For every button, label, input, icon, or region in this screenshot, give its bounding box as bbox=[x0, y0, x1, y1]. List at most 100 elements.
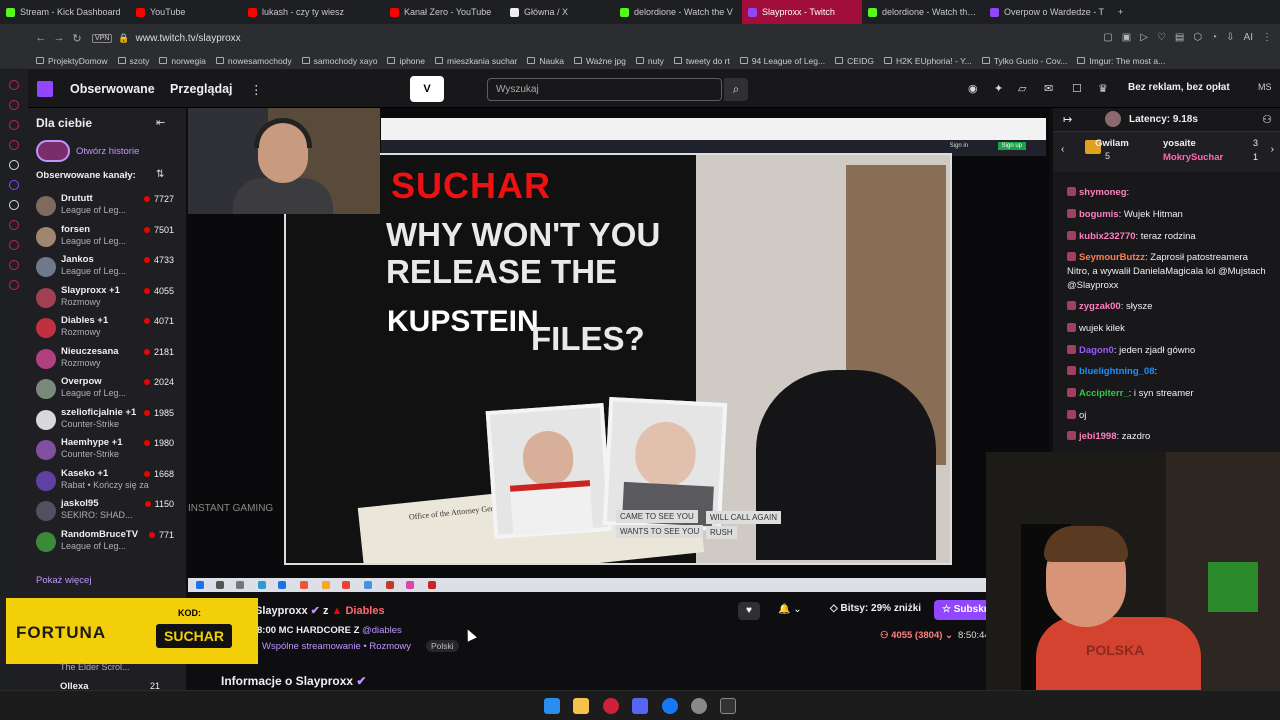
sidebar-channel[interactable]: forsen League of Leg... 7501 bbox=[36, 222, 182, 252]
bookmark-item[interactable]: CEIDG bbox=[835, 56, 874, 66]
play-icon[interactable]: ▷ bbox=[1140, 32, 1148, 43]
bookmark-item[interactable]: nuty bbox=[635, 56, 664, 66]
users-icon[interactable]: ⚇ bbox=[1262, 113, 1272, 126]
inbox-icon[interactable]: ▱ bbox=[1018, 82, 1026, 95]
instagram-icon[interactable] bbox=[9, 140, 19, 150]
sidebar-channel[interactable]: Diables +1 Rozmowy 4071 bbox=[36, 313, 182, 343]
show-more-link[interactable]: Pokaż więcej bbox=[36, 575, 91, 586]
telegram-icon[interactable] bbox=[9, 120, 19, 130]
bookmark-item[interactable]: Imgur: The most a... bbox=[1077, 56, 1165, 66]
sidebar-channel[interactable]: Nieuczesana Rozmowy 2181 bbox=[36, 344, 182, 374]
collapse-chat-icon[interactable]: ↦ bbox=[1063, 113, 1072, 126]
discord-icon[interactable] bbox=[632, 698, 648, 714]
bookmark-icon[interactable]: ♡ bbox=[1157, 32, 1166, 43]
prev-icon[interactable]: ‹ bbox=[1061, 144, 1064, 155]
vpn-badge[interactable]: VPN bbox=[92, 33, 113, 43]
chat-username[interactable]: zygzak00 bbox=[1079, 301, 1121, 312]
opera-taskbar-icon[interactable] bbox=[603, 698, 619, 714]
extension-logo-icon[interactable]: V bbox=[410, 76, 444, 102]
avatar[interactable]: MS bbox=[1258, 82, 1272, 92]
ai-label[interactable]: AI bbox=[1244, 32, 1253, 43]
browser-tab[interactable]: delordione - Watch the V bbox=[862, 0, 984, 24]
whispers-icon[interactable]: ✉ bbox=[1044, 82, 1053, 95]
sidebar-channel[interactable]: Jankos League of Leg... 4733 bbox=[36, 252, 182, 282]
language-tag[interactable]: Polski bbox=[426, 640, 459, 652]
browser-tab[interactable]: YouTube bbox=[130, 0, 242, 24]
url-field[interactable]: www.twitch.tv/slayproxx bbox=[136, 33, 241, 44]
obs-icon[interactable] bbox=[691, 698, 707, 714]
bookmark-item[interactable]: H2K EUphoria! - Y... bbox=[884, 56, 972, 66]
extensions-icon[interactable]: ⬡ bbox=[1193, 32, 1202, 43]
back-icon[interactable]: ← bbox=[32, 32, 50, 44]
screenshot-icon[interactable]: ▢ bbox=[1103, 32, 1112, 43]
chat-username[interactable]: Accipiterr_ bbox=[1079, 388, 1129, 399]
forward-icon[interactable]: → bbox=[50, 32, 68, 44]
bookmark-item[interactable]: samochody xayo bbox=[301, 56, 377, 66]
bookmark-item[interactable]: iphone bbox=[387, 56, 425, 66]
twitch-icon[interactable] bbox=[9, 180, 19, 190]
chatgpt-icon[interactable] bbox=[9, 160, 19, 170]
reload-icon[interactable]: ↻ bbox=[68, 32, 86, 45]
bookmark-item[interactable]: ProjektyDomow bbox=[36, 56, 108, 66]
bookmark-item[interactable]: tweety do rt bbox=[673, 56, 730, 66]
bookmark-item[interactable]: nowesamochody bbox=[215, 56, 292, 66]
download-icon[interactable]: ⇩ bbox=[1226, 32, 1234, 43]
clock-icon[interactable] bbox=[9, 240, 19, 250]
browser-tab[interactable]: lukash - czy ty wiesz bbox=[242, 0, 384, 24]
prime-icon[interactable]: ♛ bbox=[1098, 82, 1108, 95]
browser-tab[interactable]: Slayproxx - Twitch bbox=[742, 0, 862, 24]
terminal-icon[interactable] bbox=[720, 698, 736, 714]
collapse-icon[interactable]: ⇤ bbox=[156, 116, 165, 129]
stream-category[interactable]: Wspólne streamowanie • Rozmowy bbox=[262, 641, 411, 652]
chat-username[interactable]: bluelightning_08 bbox=[1079, 366, 1154, 377]
bits-discount[interactable]: ◇ Bitsy: 29% zniżki bbox=[830, 603, 921, 614]
nav-following[interactable]: Obserwowane bbox=[70, 82, 155, 96]
sort-icon[interactable]: ⇅ bbox=[156, 169, 164, 180]
fortuna-ad[interactable]: FORTUNA KOD: SUCHAR bbox=[6, 598, 258, 664]
chat-username[interactable]: jebi1998 bbox=[1079, 431, 1117, 442]
more-icon[interactable]: ⋮ bbox=[250, 82, 263, 97]
sidebar-channel[interactable]: Kaseko +1 Rabat • Kończy się za 1668 bbox=[36, 466, 182, 496]
next-icon[interactable]: › bbox=[1271, 144, 1274, 155]
settings-icon[interactable] bbox=[9, 280, 19, 290]
search-icon[interactable]: ⌕ bbox=[724, 78, 748, 101]
notifications-icon[interactable]: ☐ bbox=[1072, 82, 1082, 95]
browser-tab[interactable]: delordione - Watch the V bbox=[614, 0, 742, 24]
chat-username[interactable]: kubix232770 bbox=[1079, 231, 1136, 242]
new-tab-button[interactable]: + bbox=[1112, 0, 1129, 24]
history-icon[interactable] bbox=[9, 220, 19, 230]
facebook-icon[interactable] bbox=[662, 698, 678, 714]
bookmark-item[interactable]: norwegia bbox=[159, 56, 206, 66]
sidebar-channel[interactable]: Haemhype +1 Counter-Strike 1980 bbox=[36, 435, 182, 465]
browser-tab[interactable]: Główna / X bbox=[504, 0, 614, 24]
nav-browse[interactable]: Przeglądaj bbox=[170, 82, 233, 96]
heart-icon[interactable] bbox=[9, 260, 19, 270]
chat-username[interactable]: bogumis bbox=[1079, 209, 1119, 220]
open-stories-button[interactable]: Otwórz historie bbox=[36, 140, 139, 162]
aria-icon[interactable]: ◔ bbox=[1211, 32, 1217, 43]
camera-icon[interactable]: ▣ bbox=[1122, 32, 1131, 43]
bookmark-item[interactable]: Ważne jpg bbox=[573, 56, 626, 66]
whatsapp-icon[interactable] bbox=[9, 100, 19, 110]
browser-tab[interactable]: Overpow o Wardedze - T bbox=[984, 0, 1112, 24]
sidebar-channel[interactable]: Slayproxx +1 Rozmowy 4055 bbox=[36, 283, 182, 313]
analytics-icon[interactable]: ◉ bbox=[968, 82, 978, 95]
chat-username[interactable]: SeymourButzz bbox=[1079, 252, 1145, 263]
bookmark-item[interactable]: mieszkania suchar bbox=[435, 56, 517, 66]
browser-tab[interactable]: Stream - Kick Dashboard bbox=[0, 0, 130, 24]
wallet-icon[interactable]: ▤ bbox=[1175, 32, 1184, 43]
sidebar-channel[interactable]: Drututt League of Leg... 7727 bbox=[36, 191, 182, 221]
chat-username[interactable]: shymoneg bbox=[1079, 187, 1127, 198]
messenger-icon[interactable] bbox=[9, 80, 19, 90]
menu-icon[interactable]: ⋮ bbox=[1262, 32, 1272, 43]
subscribe-button[interactable]: ☆ Subskrybuj bbox=[934, 600, 1008, 620]
x-icon[interactable] bbox=[9, 200, 19, 210]
bookmark-item[interactable]: Nauka bbox=[527, 56, 564, 66]
bookmark-item[interactable]: szoty bbox=[117, 56, 149, 66]
channel-name[interactable]: Slayproxx ✔ z ▲ Diables bbox=[255, 604, 385, 617]
sidebar-channel[interactable]: jaskol95 SEKIRO: SHAD... 1150 bbox=[36, 496, 182, 526]
bookmark-item[interactable]: Tylko Gucio - Cov... bbox=[981, 56, 1067, 66]
browser-tab[interactable]: Kanał Zero - YouTube bbox=[384, 0, 504, 24]
follow-heart-icon[interactable]: ♥ bbox=[738, 602, 760, 620]
notification-bell-icon[interactable]: 🔔 ⌄ bbox=[778, 604, 802, 615]
